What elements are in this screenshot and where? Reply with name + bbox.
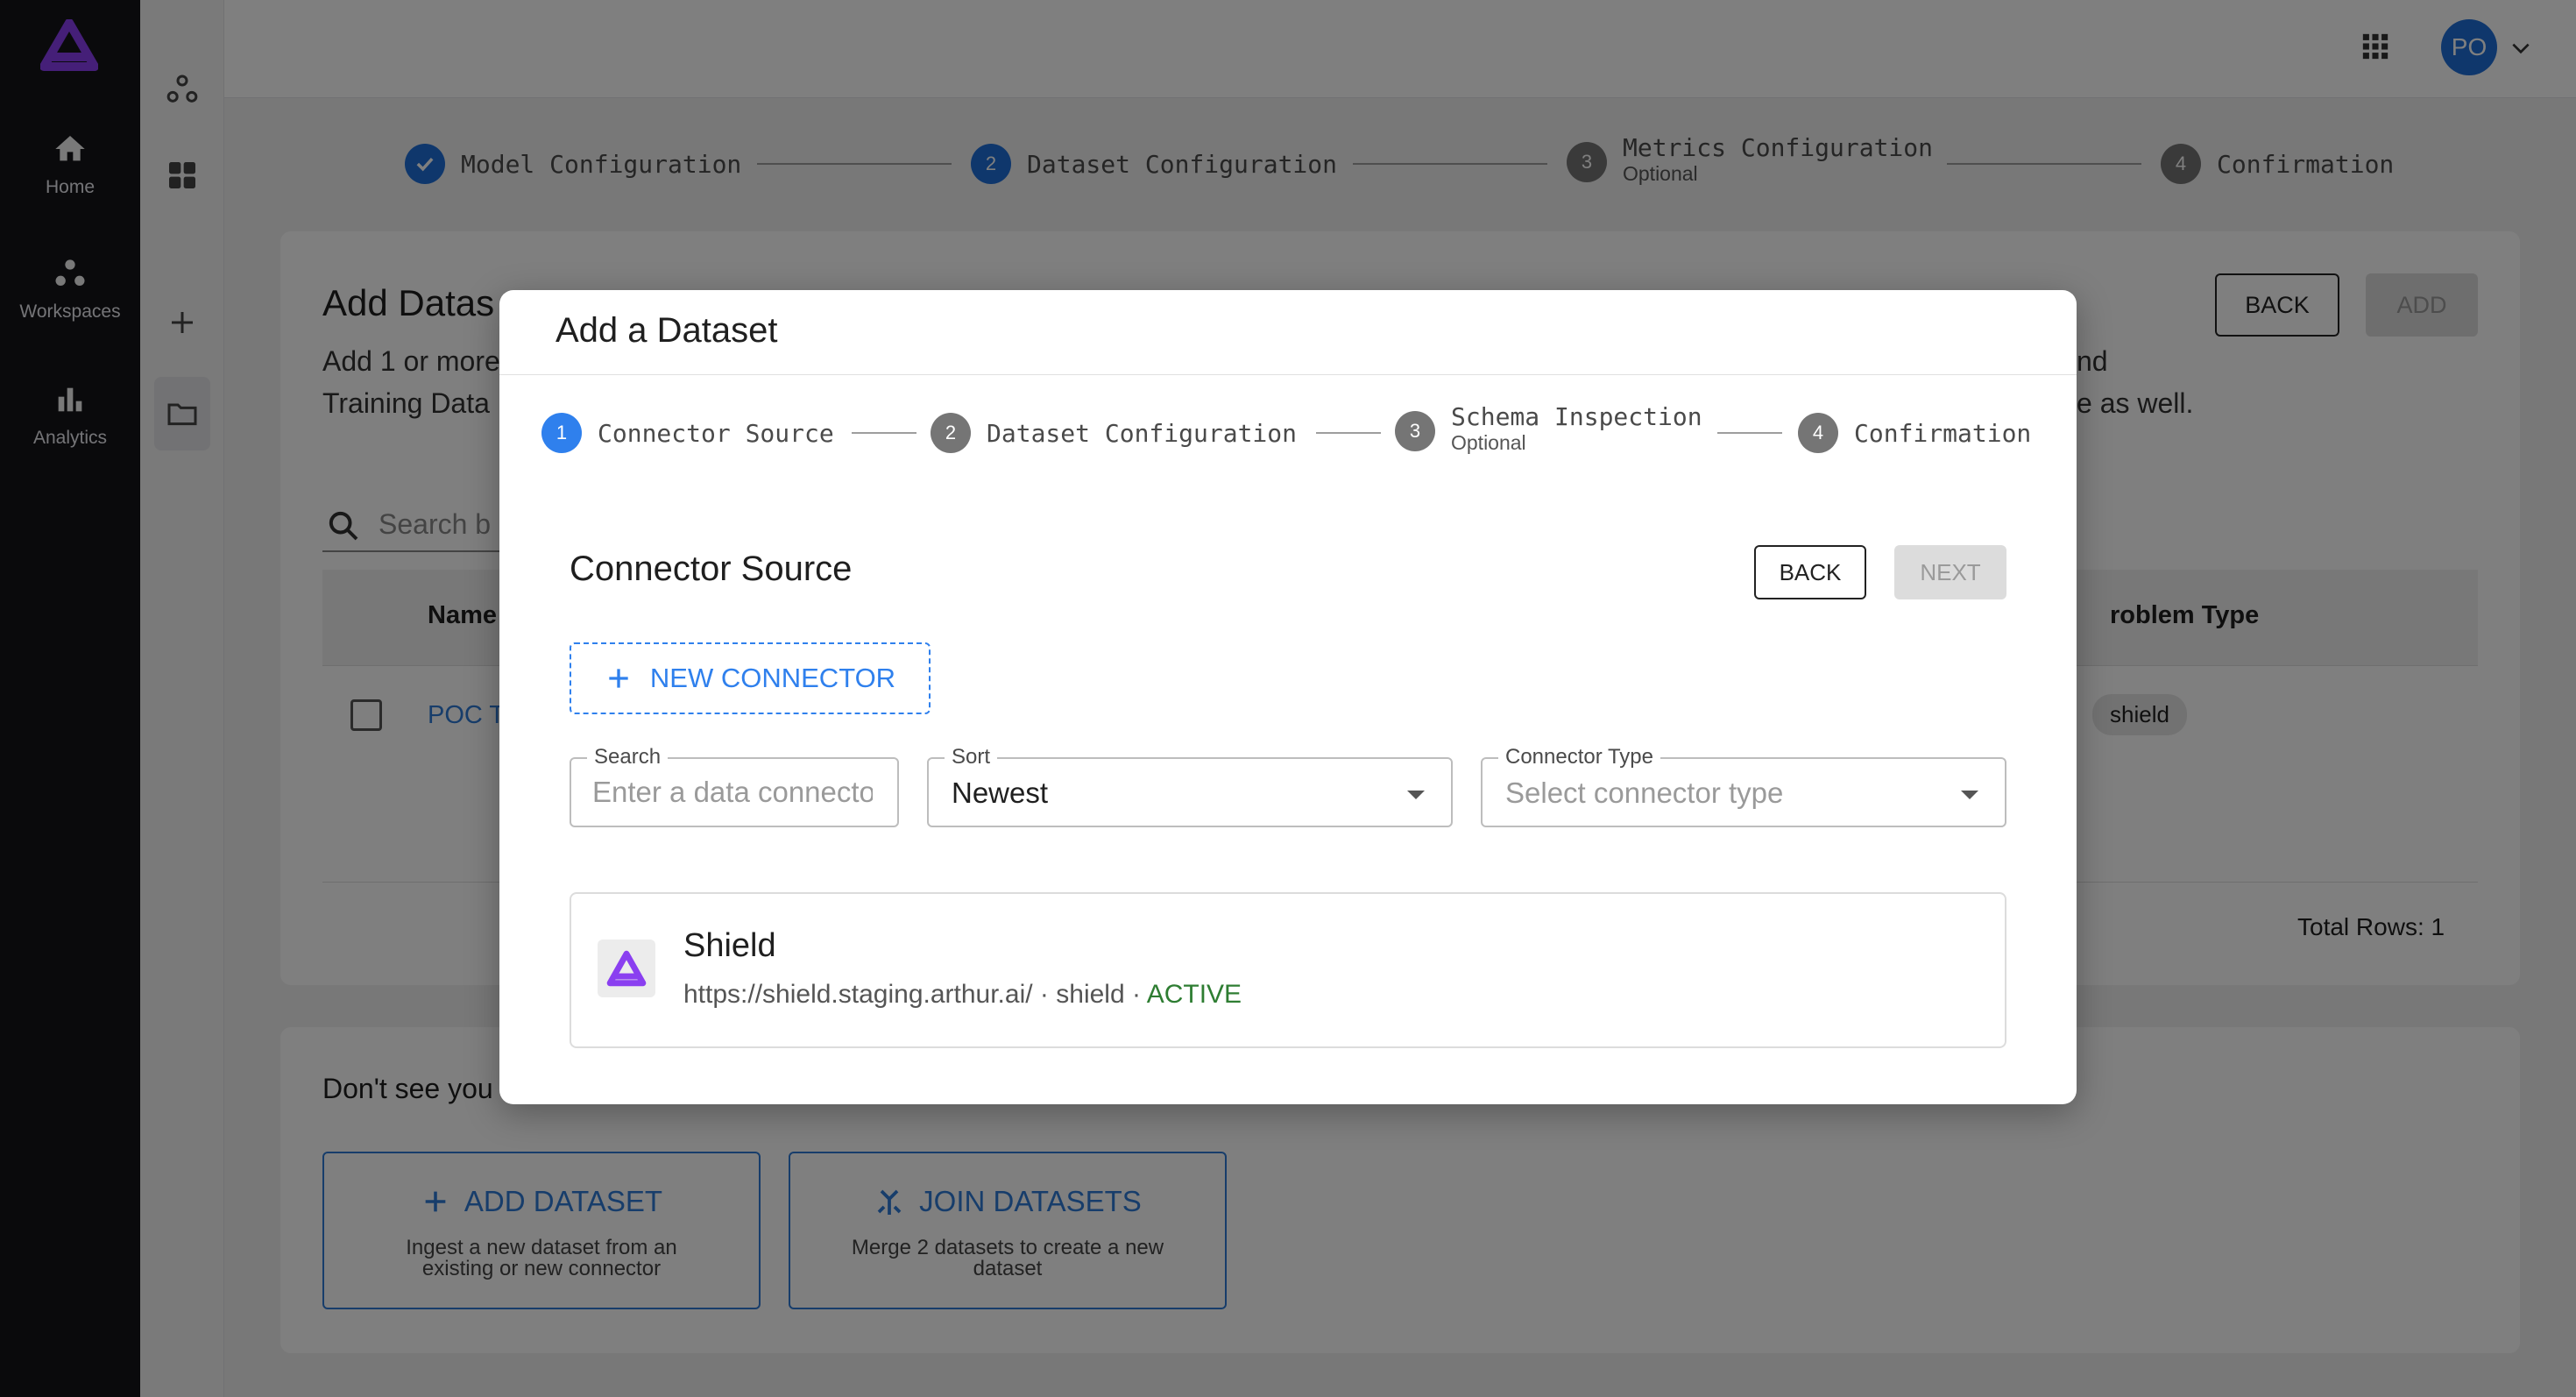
separator-dot: · <box>1132 980 1141 1009</box>
sort-field-label: Sort <box>945 745 998 769</box>
modal-divider <box>499 374 2077 375</box>
plus-icon <box>609 669 628 688</box>
modal-step-connector <box>852 432 916 434</box>
modal-step-3-sublabel: Optional <box>1451 431 1526 454</box>
connector-name: Shield <box>683 927 776 964</box>
modal-step-3-number: 3 <box>1395 411 1435 451</box>
separator-dot: · <box>1039 980 1049 1009</box>
shield-logo-icon <box>598 940 655 997</box>
modal-step-2: 2 Dataset Configuration <box>931 413 1297 453</box>
modal-step-1-label: Connector Source <box>598 418 834 448</box>
new-connector-label: NEW CONNECTOR <box>649 663 896 693</box>
sort-select[interactable]: Sort Newest <box>927 745 1453 827</box>
modal-title: Add a Dataset <box>556 311 778 350</box>
new-connector-button[interactable]: NEW CONNECTOR <box>570 642 931 714</box>
modal-step-1: 1 Connector Source <box>541 413 834 453</box>
dropdown-arrow-icon <box>1961 791 1978 799</box>
modal-step-2-label: Dataset Configuration <box>987 418 1298 448</box>
connector-url: https://shield.staging.arthur.ai/ <box>683 980 1033 1009</box>
modal-step-1-number: 1 <box>541 413 582 453</box>
modal-step-connector <box>1717 432 1782 434</box>
modal-step-connector <box>1316 432 1381 434</box>
modal-back-button[interactable]: BACK <box>1754 545 1866 599</box>
modal-step-3-label: Schema Inspection <box>1451 402 1702 431</box>
add-dataset-modal: Add a Dataset 1 Connector Source 2 Datas… <box>499 290 2077 1104</box>
connector-type-placeholder: Select connector type <box>1505 777 1784 809</box>
modal-step-3: 3 Schema Inspection Optional <box>1395 402 1702 455</box>
sort-value: Newest <box>952 777 1049 809</box>
connector-search-input[interactable] <box>592 773 873 812</box>
search-field-label: Search <box>587 745 669 769</box>
connector-search-field[interactable]: Search <box>570 745 899 827</box>
connector-meta: https://shield.staging.arthur.ai/ · shie… <box>683 980 1242 1010</box>
modal-step-4-label: Confirmation <box>1854 418 2032 448</box>
modal-next-button[interactable]: NEXT <box>1894 545 2006 599</box>
connector-type-select[interactable]: Connector Type Select connector type <box>1481 745 2006 827</box>
connector-status: ACTIVE <box>1146 980 1242 1009</box>
dropdown-arrow-icon <box>1407 791 1425 799</box>
modal-step-2-number: 2 <box>931 413 971 453</box>
modal-step-4: 4 Confirmation <box>1798 413 2031 453</box>
section-title: Connector Source <box>570 550 853 588</box>
connector-type-label: Connector Type <box>1498 745 1660 769</box>
connector-type: shield <box>1056 980 1125 1009</box>
connector-card[interactable]: Shield https://shield.staging.arthur.ai/… <box>570 892 2006 1048</box>
modal-step-4-number: 4 <box>1798 413 1838 453</box>
